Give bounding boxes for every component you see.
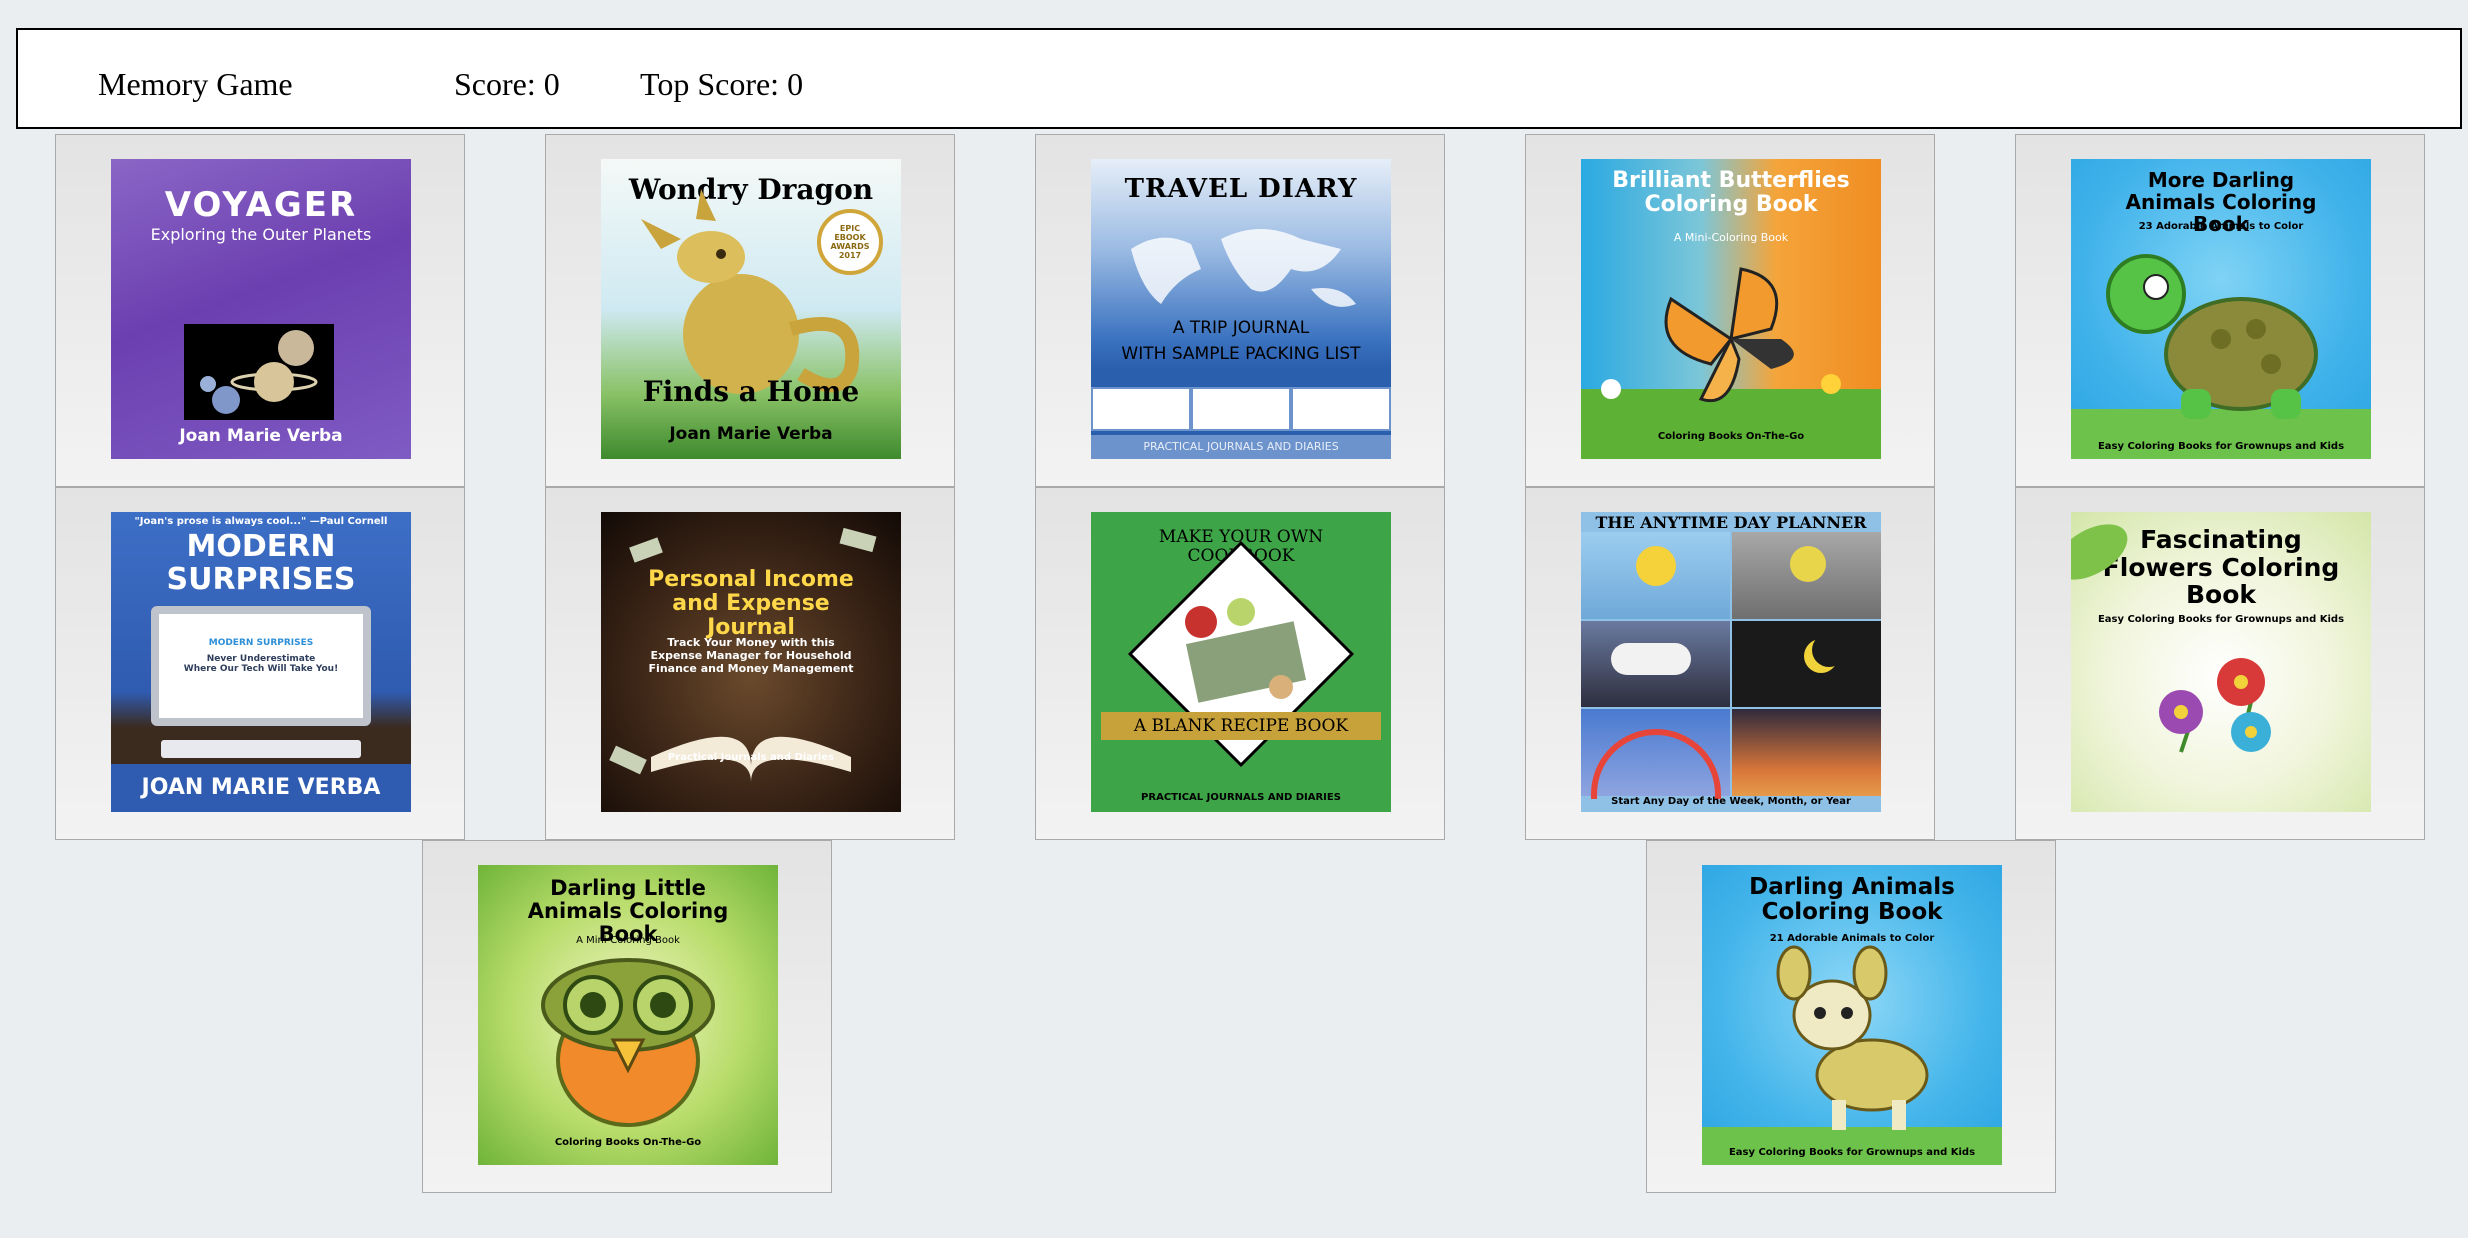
sun-icon [1636, 546, 1676, 586]
food-image [1185, 598, 1307, 703]
open-book-image [609, 527, 877, 782]
world-map-image [1131, 229, 1356, 307]
cover-author: JOAN MARIE VERBA [141, 775, 381, 800]
card-travel-diary[interactable]: TRAVEL DIARY A TRIP JOURNAL WITH SAMPLE … [1035, 134, 1445, 487]
cover-footer: Start Any Day of the Week, Month, or Yea… [1611, 796, 1851, 807]
cover-footer: Easy Coloring Books for Grownups and Kid… [2097, 441, 2345, 452]
grey-moon-tile [1732, 532, 1881, 619]
turtle-image [2071, 254, 2371, 459]
game-header: Memory Game Score: 0 Top Score: 0 [16, 28, 2462, 129]
cover-footer: Coloring Books On-The-Go [554, 1137, 702, 1148]
cloud-icon [1611, 642, 1691, 675]
rainbow-icon [1591, 729, 1721, 800]
card-fascinating-flowers[interactable]: Fascinating Flowers Coloring Book Easy C… [2015, 487, 2425, 840]
cover-line-1: A TRIP JOURNAL [1172, 318, 1310, 338]
card-dragon[interactable]: Wondry Dragon EPIC EBOOK AWARDS 2017 Fin… [545, 134, 955, 487]
cover-quote: "Joan's prose is always cool..." —Paul C… [134, 516, 388, 527]
keyboard-image [161, 740, 361, 758]
card-darling-little-animals[interactable]: Darling Little Animals Coloring Book A M… [422, 840, 832, 1193]
book-cover-voyager: VOYAGER Exploring the Outer Planets Joan… [111, 159, 411, 459]
screen-line-1: Never Underestimate [206, 654, 316, 664]
train-icon [1293, 389, 1389, 429]
card-butterflies[interactable]: Brilliant Butterflies Coloring Book A Mi… [1525, 134, 1935, 487]
card-income-expense[interactable]: Personal Income and Expense Journal Trac… [545, 487, 955, 840]
butterfly-image [1581, 267, 1881, 459]
card-cookbook[interactable]: MAKE YOUR OWN COOKBOOK A BLANK RECIPE BO… [1035, 487, 1445, 840]
book-cover-butterflies: Brilliant Butterflies Coloring Book A Mi… [1581, 159, 1881, 459]
cloud-tile [1581, 620, 1730, 708]
score-display: Score: 0 [454, 66, 560, 102]
book-cover-modern-surprises: "Joan's prose is always cool..." —Paul C… [111, 512, 411, 812]
planner-grid [1581, 532, 1881, 800]
fawn-image [1702, 945, 2002, 1165]
book-cover-dragon: Wondry Dragon EPIC EBOOK AWARDS 2017 Fin… [601, 159, 901, 459]
card-more-darling-animals[interactable]: More Darling Animals Coloring Book 23 Ad… [2015, 134, 2425, 487]
cover-footer: Coloring Books On-The-Go [1657, 431, 1805, 442]
sunset-tile [1732, 709, 1881, 796]
cover-footer: PRACTICAL JOURNALS AND DIARIES [1141, 792, 1341, 803]
flowers-image [2071, 524, 2271, 753]
ship-icon [1193, 389, 1289, 429]
book-cover-darling-animals: Darling Animals Coloring Book 21 Adorabl… [1702, 865, 2002, 1165]
owl-image [541, 958, 715, 1127]
screen-brand: MODERN SURPRISES [208, 638, 314, 648]
moon-icon [1790, 546, 1826, 582]
dragon-image [641, 189, 860, 394]
vehicles-strip [1091, 387, 1391, 431]
book-cover-income-expense: Personal Income and Expense Journal Trac… [601, 512, 901, 812]
cover-title: THE ANYTIME DAY PLANNER [1595, 513, 1867, 532]
sun-tile [1581, 532, 1730, 619]
airplane-icon [1093, 389, 1189, 429]
cover-author: Joan Marie Verba [669, 424, 833, 444]
screen-line-2: Where Our Tech Will Take You! [183, 664, 339, 674]
rainbow-tile [1581, 709, 1730, 800]
night-tile [1732, 620, 1881, 708]
book-cover-cookbook: MAKE YOUR OWN COOKBOOK A BLANK RECIPE BO… [1091, 512, 1391, 812]
card-voyager[interactable]: VOYAGER Exploring the Outer Planets Joan… [55, 134, 465, 487]
card-modern-surprises[interactable]: "Joan's prose is always cool..." —Paul C… [55, 487, 465, 840]
cover-footer: PRACTICAL JOURNALS AND DIARIES [1091, 435, 1391, 459]
card-darling-animals[interactable]: Darling Animals Coloring Book 21 Adorabl… [1646, 840, 2056, 1193]
book-cover-travel-diary: TRAVEL DIARY A TRIP JOURNAL WITH SAMPLE … [1091, 159, 1391, 459]
recipe-banner: A BLANK RECIPE BOOK [1101, 712, 1381, 740]
cover-title: TRAVEL DIARY [1124, 174, 1358, 204]
computer-monitor-image: MODERN SURPRISES Never Underestimate Whe… [151, 606, 371, 726]
book-cover-more-darling-animals: More Darling Animals Coloring Book 23 Ad… [2071, 159, 2371, 459]
book-cover-fascinating-flowers: Fascinating Flowers Coloring Book Easy C… [2071, 512, 2371, 812]
crescent-moon-icon [1812, 633, 1846, 667]
top-score-display: Top Score: 0 [640, 66, 804, 102]
cover-footer: Practical Journals and Diaries [667, 752, 835, 763]
cover-title: MODERN SURPRISES [166, 529, 356, 597]
game-title: Memory Game [98, 66, 293, 102]
cover-title: VOYAGER [164, 185, 358, 225]
book-cover-day-planner: THE ANYTIME DAY PLANNER Start Any Day of… [1581, 512, 1881, 812]
cover-line-2: WITH SAMPLE PACKING LIST [1121, 344, 1361, 364]
book-cover-darling-little-animals: Darling Little Animals Coloring Book A M… [478, 865, 778, 1165]
cover-author: Joan Marie Verba [179, 426, 343, 446]
card-day-planner[interactable]: THE ANYTIME DAY PLANNER Start Any Day of… [1525, 487, 1935, 840]
cover-title-bottom: Finds a Home [642, 375, 860, 408]
planets-image [184, 324, 334, 420]
cover-footer: Easy Coloring Books for Grownups and Kid… [1728, 1147, 1976, 1158]
cover-subtitle: Exploring the Outer Planets [150, 225, 372, 244]
